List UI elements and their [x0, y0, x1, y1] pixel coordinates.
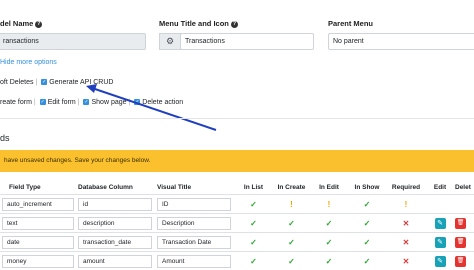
table-cell: money: [0, 252, 78, 270]
table-cell: ✓: [235, 233, 272, 252]
table-cell: ✓: [235, 252, 272, 270]
edit-field-button[interactable]: ✎: [435, 237, 446, 248]
in-create-check-icon: ✓: [288, 219, 295, 228]
table-row: date transaction_date Transaction Date ✓ ✓ ✓ ✓…: [0, 233, 474, 252]
alert-text: have unsaved changes. Save your changes …: [4, 157, 150, 164]
in-list-check-icon: ✓: [250, 200, 257, 209]
visual-title-input[interactable]: Transaction Date: [157, 236, 231, 249]
in-show-check-icon: ✓: [364, 200, 371, 209]
table-cell: 🗑: [455, 214, 474, 233]
header-required: Required: [387, 180, 425, 195]
table-cell: id: [78, 195, 157, 214]
table-cell: ✕: [387, 214, 425, 233]
in-show-check-icon: ✓: [364, 219, 371, 228]
in-edit-check-icon: ✓: [326, 257, 333, 266]
table-cell: ✕: [387, 233, 425, 252]
table-cell: ✎: [425, 214, 455, 233]
table-cell: ✓: [235, 195, 272, 214]
header-field-type: Field Type: [0, 180, 78, 195]
table-cell: ✎: [425, 233, 455, 252]
unsaved-changes-alert: have unsaved changes. Save your changes …: [0, 150, 474, 172]
table-cell: 🗑: [455, 233, 474, 252]
required-cross-icon: ✕: [403, 238, 410, 247]
header-database-column: Database Column: [78, 180, 157, 195]
table-row: auto_increment id ID ✓!! ✓!: [0, 195, 474, 214]
in-list-check-icon: ✓: [250, 257, 257, 266]
divider: [0, 118, 474, 119]
table-row: moneyamountAmount ✓ ✓ ✓ ✓ ✕ ✎ 🗑: [0, 252, 474, 270]
table-cell: Description: [157, 214, 235, 233]
section-title: ds: [0, 133, 10, 143]
in-show-check-icon: ✓: [364, 257, 371, 266]
in-create-check-icon: ✓: [288, 257, 295, 266]
header-delete: Delet: [455, 180, 474, 195]
table-cell: ✓: [272, 252, 311, 270]
table-cell: ✎: [425, 252, 455, 270]
table-header-row: Field Type Database Column Visual Title …: [0, 180, 474, 195]
field-type-input[interactable]: text: [2, 217, 74, 230]
edit-field-button[interactable]: ✎: [435, 218, 446, 229]
table-cell: 🗑: [455, 252, 474, 270]
table-cell: [425, 195, 455, 214]
field-type-input[interactable]: auto_increment: [2, 198, 74, 211]
in-edit-warning-icon: !: [328, 200, 331, 209]
table-cell: ✕: [387, 252, 425, 270]
table-cell: Transaction Date: [157, 233, 235, 252]
in-edit-check-icon: ✓: [326, 219, 333, 228]
edit-field-button[interactable]: ✎: [435, 256, 446, 267]
required-warning-icon: !: [405, 200, 408, 209]
delete-field-button[interactable]: 🗑: [455, 256, 466, 267]
table-cell: ✓: [311, 214, 347, 233]
in-create-check-icon: ✓: [288, 238, 295, 247]
table-cell: auto_increment: [0, 195, 78, 214]
field-type-input[interactable]: date: [2, 236, 74, 249]
visual-title-input[interactable]: Description: [157, 217, 231, 230]
table-cell: ✓: [272, 233, 311, 252]
table-cell: ✓: [311, 233, 347, 252]
delete-field-button[interactable]: 🗑: [455, 218, 466, 229]
table-cell: ✓: [347, 214, 387, 233]
header-in-edit: In Edit: [311, 180, 347, 195]
table-row: text description Description ✓ ✓ ✓ ✓ ✕ ✎ 🗑: [0, 214, 474, 233]
in-edit-check-icon: ✓: [326, 238, 333, 247]
table-cell: Amount: [157, 252, 235, 270]
table-cell: [455, 195, 474, 214]
header-in-create: In Create: [272, 180, 311, 195]
table-cell: ✓: [235, 214, 272, 233]
table-cell: transaction_date: [78, 233, 157, 252]
table-cell: description: [78, 214, 157, 233]
visual-title-input[interactable]: ID: [157, 198, 231, 211]
table-cell: !: [387, 195, 425, 214]
table-cell: text: [0, 214, 78, 233]
table-cell: ✓: [347, 252, 387, 270]
table-cell: date: [0, 233, 78, 252]
database-column-input[interactable]: description: [78, 217, 152, 230]
delete-field-button[interactable]: 🗑: [455, 237, 466, 248]
header-in-list: In List: [235, 180, 272, 195]
in-list-check-icon: ✓: [250, 238, 257, 247]
table-cell: amount: [78, 252, 157, 270]
table-cell: ✓: [272, 214, 311, 233]
table-cell: !: [272, 195, 311, 214]
header-visual-title: Visual Title: [157, 180, 235, 195]
in-create-warning-icon: !: [290, 200, 293, 209]
header-edit: Edit: [425, 180, 455, 195]
required-cross-icon: ✕: [403, 219, 410, 228]
in-list-check-icon: ✓: [250, 219, 257, 228]
fields-table: Field Type Database Column Visual Title …: [0, 180, 474, 270]
required-cross-icon: ✕: [403, 257, 410, 266]
table-cell: ✓: [311, 252, 347, 270]
table-cell: ✓: [347, 195, 387, 214]
header-in-show: In Show: [347, 180, 387, 195]
table-cell: ID: [157, 195, 235, 214]
section-title-text: ds: [0, 133, 10, 143]
table-cell: !: [311, 195, 347, 214]
in-show-check-icon: ✓: [364, 238, 371, 247]
database-column-input[interactable]: id: [78, 198, 152, 211]
table-cell: ✓: [347, 233, 387, 252]
database-column-input[interactable]: transaction_date: [78, 236, 152, 249]
